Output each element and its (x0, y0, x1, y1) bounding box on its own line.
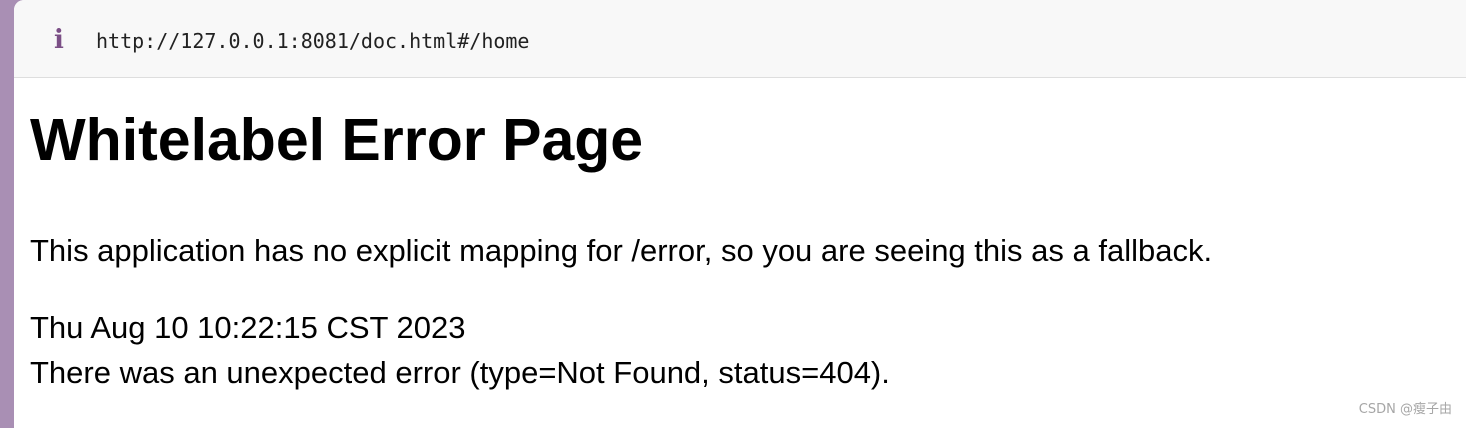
watermark: CSDN @瘦子由 (1358, 402, 1452, 417)
browser-window: i http://127.0.0.1:8081/doc.html#/home W… (14, 0, 1466, 428)
page-title: Whitelabel Error Page (30, 107, 644, 173)
error-message: This application has no explicit mapping… (30, 233, 1213, 268)
error-timestamp: Thu Aug 10 10:22:15 CST 2023 (30, 310, 466, 345)
error-detail: There was an unexpected error (type=Not … (30, 355, 890, 390)
address-bar[interactable]: i http://127.0.0.1:8081/doc.html#/home (14, 0, 1466, 78)
info-icon[interactable]: i (52, 26, 66, 54)
url-text[interactable]: http://127.0.0.1:8081/doc.html#/home (96, 27, 529, 55)
